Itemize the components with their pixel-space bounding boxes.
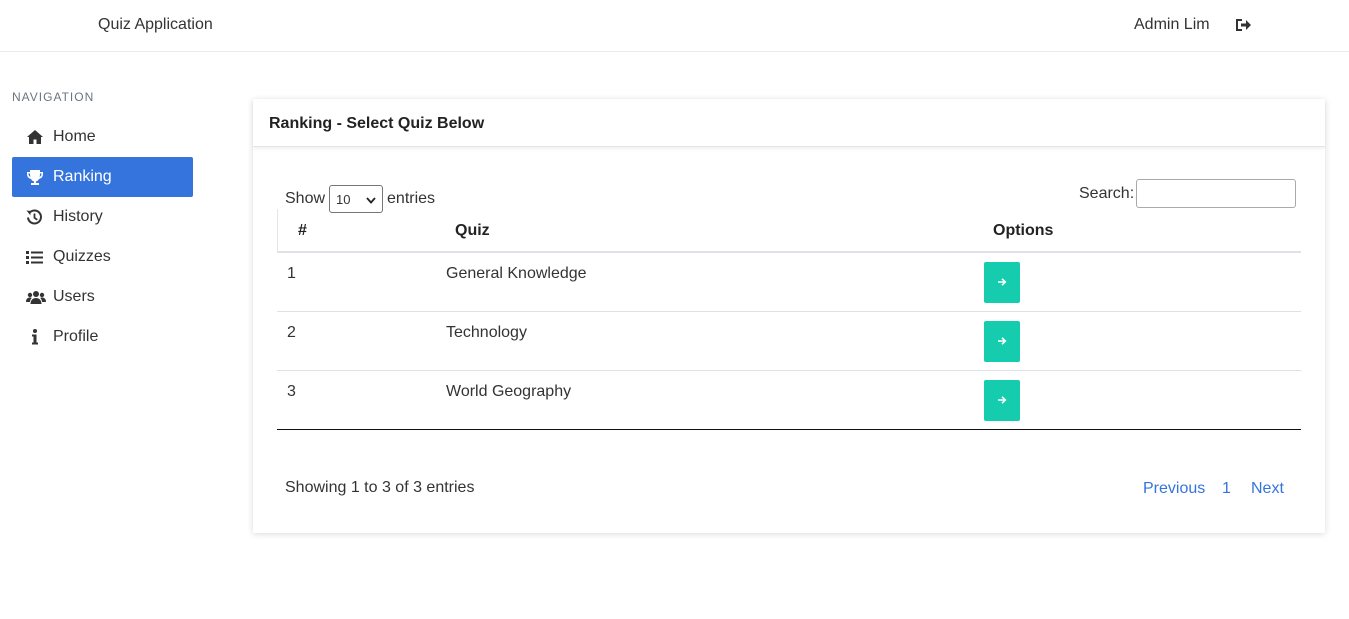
- arrow-right-icon: [997, 274, 1007, 292]
- home-icon: [26, 128, 46, 146]
- column-header-options[interactable]: Options: [993, 222, 1053, 240]
- sidebar-item-quizzes[interactable]: Quizzes: [12, 237, 193, 277]
- row-number: 2: [287, 324, 296, 341]
- show-label: Show: [285, 190, 326, 207]
- page-size-value: 10: [336, 191, 351, 207]
- arrow-right-icon: [997, 392, 1007, 410]
- user-name[interactable]: Admin Lim: [1134, 16, 1210, 34]
- search-label: Search:: [1079, 184, 1135, 202]
- chevron-down-icon: [366, 192, 376, 207]
- sidebar-item-label: Profile: [53, 328, 99, 345]
- view-ranking-button[interactable]: [984, 380, 1020, 421]
- users-icon: [26, 288, 46, 306]
- history-icon: [26, 208, 46, 226]
- app-title[interactable]: Quiz Application: [98, 16, 213, 34]
- pagination-page-1[interactable]: 1: [1222, 480, 1231, 498]
- table-row: 3 World Geography: [277, 371, 1301, 430]
- table-row: 2 Technology: [277, 312, 1301, 371]
- ranking-card: Ranking - Select Quiz Below Show 10 entr…: [253, 99, 1325, 533]
- sidebar-item-home[interactable]: Home: [12, 117, 193, 157]
- row-number: 1: [287, 265, 296, 282]
- sidebar-item-profile[interactable]: Profile: [12, 317, 193, 357]
- column-header-number[interactable]: #: [298, 222, 307, 240]
- table-row: 1 General Knowledge: [277, 253, 1301, 312]
- trophy-icon: [26, 168, 46, 186]
- sidebar-item-label: Quizzes: [53, 248, 111, 265]
- info-icon: [26, 328, 46, 346]
- sidebar-item-users[interactable]: Users: [12, 277, 193, 317]
- search-control: Search:: [1079, 179, 1297, 208]
- navigation-heading: NAVIGATION: [12, 90, 95, 104]
- sidebar-item-label: Ranking: [53, 168, 112, 185]
- sidebar-item-ranking[interactable]: Ranking: [12, 157, 193, 197]
- column-header-quiz[interactable]: Quiz: [455, 222, 490, 240]
- card-title: Ranking - Select Quiz Below: [253, 99, 1325, 147]
- view-ranking-button[interactable]: [984, 321, 1020, 362]
- sidebar-nav: Home Ranking History Quizzes Users Profi…: [12, 117, 193, 357]
- entries-label: entries: [387, 190, 436, 207]
- view-ranking-button[interactable]: [984, 262, 1020, 303]
- arrow-right-icon: [997, 333, 1007, 351]
- quiz-table: # Quiz Options 1 General Knowledge 2 Tec…: [277, 209, 1301, 430]
- quiz-name: Technology: [446, 324, 527, 341]
- row-number: 3: [287, 383, 296, 400]
- sidebar-item-history[interactable]: History: [12, 197, 193, 237]
- search-input[interactable]: [1136, 179, 1297, 208]
- sidebar-item-label: Users: [53, 288, 95, 305]
- quiz-name: World Geography: [446, 383, 572, 400]
- sign-out-icon[interactable]: [1234, 16, 1252, 34]
- top-navbar: Quiz Application Admin Lim: [0, 0, 1349, 52]
- pagination-next[interactable]: Next: [1251, 480, 1284, 498]
- quiz-name: General Knowledge: [446, 265, 587, 282]
- sidebar-item-label: Home: [53, 128, 96, 145]
- sidebar-item-label: History: [53, 208, 103, 225]
- list-icon: [26, 248, 46, 266]
- table-info: Showing 1 to 3 of 3 entries: [285, 479, 475, 496]
- table-header: # Quiz Options: [277, 209, 1301, 253]
- pagination-previous[interactable]: Previous: [1143, 480, 1205, 498]
